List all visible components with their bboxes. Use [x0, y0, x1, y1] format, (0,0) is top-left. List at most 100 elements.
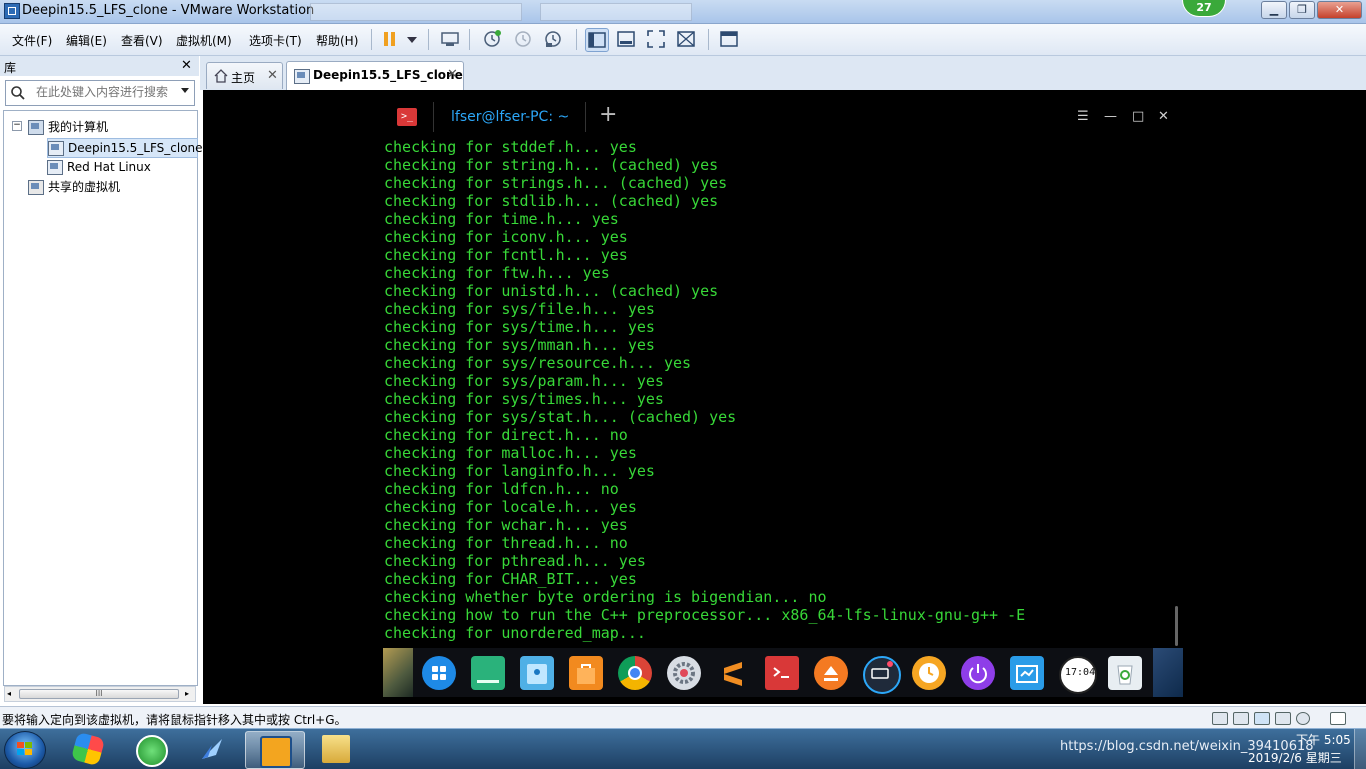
snapshot-icon[interactable]: [481, 28, 503, 50]
tree-horizontal-scrollbar[interactable]: ◂ III ▸: [4, 686, 196, 702]
vm-running-icon: [48, 141, 64, 156]
taskbar-vmware[interactable]: [245, 731, 305, 769]
terminal-minimize-icon[interactable]: —: [1104, 109, 1117, 124]
terminal-line: checking for CHAR_BIT... yes: [384, 570, 637, 588]
taskbar-app-1[interactable]: [60, 731, 118, 767]
taskbar-explorer[interactable]: [308, 731, 366, 767]
scroll-left-icon[interactable]: ◂: [7, 687, 11, 701]
menu-edit[interactable]: 编辑(E): [66, 32, 107, 49]
tree-collapse-icon[interactable]: −: [12, 121, 22, 131]
clock-icon[interactable]: 17:04: [1059, 656, 1097, 694]
library-close-icon[interactable]: ✕: [181, 58, 192, 73]
start-button[interactable]: [4, 731, 46, 769]
network-icon[interactable]: [1254, 712, 1270, 725]
toolbar-separator: [576, 29, 577, 50]
snapshot-manager-icon[interactable]: [542, 28, 564, 50]
launcher-icon[interactable]: [422, 656, 456, 690]
notification-badge[interactable]: 27: [1182, 0, 1226, 17]
menu-file[interactable]: 文件(F): [12, 32, 52, 49]
power-icon[interactable]: [961, 656, 995, 690]
taskbar-app-3[interactable]: [184, 731, 242, 767]
usb-icon[interactable]: [1275, 712, 1291, 725]
terminal-icon[interactable]: [765, 656, 799, 690]
cdrom-icon[interactable]: [1233, 712, 1249, 725]
eject-icon[interactable]: [814, 656, 848, 690]
tab-label: 主页: [231, 71, 256, 85]
tab-label: Deepin15.5_LFS_clone: [313, 68, 463, 82]
dropdown-icon[interactable]: [401, 28, 417, 50]
menu-view[interactable]: 查看(V): [121, 32, 163, 49]
chevron-down-icon[interactable]: [181, 88, 189, 93]
close-tab-icon[interactable]: ✕: [267, 68, 278, 83]
app-store-icon[interactable]: [569, 656, 603, 690]
revert-snapshot-icon[interactable]: [512, 28, 534, 50]
terminal-maximize-icon[interactable]: □: [1132, 109, 1144, 124]
vm-screen[interactable]: >_ lfser@lfser-PC: ~ + ☰ — □ ✕ checking …: [203, 90, 1366, 704]
background-window-ghost: [540, 3, 692, 21]
terminal-line: checking whether byte ordering is bigend…: [384, 588, 827, 606]
library-tree: − 我的计算机 Deepin15.5_LFS_clone Red Hat Lin…: [3, 110, 203, 686]
terminal-line: checking for stdlib.h... (cached) yes: [384, 192, 719, 210]
menu-vm[interactable]: 虚拟机(M): [176, 32, 232, 49]
sound-icon[interactable]: [1296, 712, 1310, 725]
close-button[interactable]: ✕: [1317, 1, 1362, 19]
maximize-button[interactable]: ❐: [1289, 1, 1315, 19]
clock-app-icon[interactable]: [912, 656, 946, 690]
chrome-icon[interactable]: [618, 656, 652, 690]
status-message: 要将输入定向到该虚拟机，请将鼠标指针移入其中或按 Ctrl+G。: [2, 713, 347, 727]
taskbar-app-2[interactable]: [122, 731, 180, 767]
toolbar-separator: [469, 29, 470, 50]
deepin-store-icon[interactable]: [471, 656, 505, 690]
tab-home[interactable]: 主页 ✕: [206, 62, 283, 89]
terminal-menu-icon[interactable]: ☰: [1077, 109, 1089, 124]
add-tab-icon[interactable]: +: [599, 104, 617, 126]
scroll-right-icon[interactable]: ▸: [185, 687, 189, 701]
terminal-line: checking for ftw.h... yes: [384, 264, 610, 282]
keyboard-icon[interactable]: [863, 656, 901, 694]
terminal-tab-title[interactable]: lfser@lfser-PC: ~: [451, 109, 569, 125]
terminal-line: checking for strings.h... (cached) yes: [384, 174, 728, 192]
tree-item-label: 共享的虚拟机: [48, 180, 121, 194]
tree-item-label: Deepin15.5_LFS_clone: [68, 141, 203, 155]
show-desktop-button[interactable]: [1354, 729, 1366, 769]
library-view-icon[interactable]: [585, 28, 609, 52]
menu-tabs[interactable]: 选项卡(T): [249, 32, 302, 49]
library-title: 库: [4, 61, 17, 75]
trash-icon[interactable]: [1108, 656, 1142, 690]
vmware-icon: [260, 736, 292, 768]
status-bar: 要将输入定向到该虚拟机，请将鼠标指针移入其中或按 Ctrl+G。: [0, 706, 1366, 729]
toolbar-separator: [708, 29, 709, 50]
screenshot-icon[interactable]: [1010, 656, 1044, 690]
terminal-close-icon[interactable]: ✕: [1158, 109, 1169, 124]
console-view-icon[interactable]: [615, 28, 637, 50]
hdd-icon[interactable]: [1212, 712, 1228, 725]
minimize-button[interactable]: ▁: [1261, 1, 1287, 19]
terminal-app-icon: >_: [397, 108, 417, 126]
send-keys-icon[interactable]: [439, 28, 461, 50]
pause-icon[interactable]: [379, 28, 401, 50]
folder-icon: [322, 735, 350, 763]
file-manager-icon[interactable]: [520, 656, 554, 690]
clock-date[interactable]: 2019/2/6 星期三: [1248, 749, 1342, 766]
terminal-line: checking for wchar.h... yes: [384, 516, 628, 534]
tree-item-deepin[interactable]: Deepin15.5_LFS_clone: [47, 138, 203, 158]
library-search-input[interactable]: [36, 84, 176, 100]
terminal-scrollbar[interactable]: [1175, 606, 1178, 646]
clock-time[interactable]: 下午 5:05: [1296, 731, 1351, 748]
tab-deepin[interactable]: Deepin15.5_LFS_clone ✕: [286, 61, 464, 90]
shared-vm-icon: [28, 180, 44, 195]
stretch-icon[interactable]: [718, 28, 740, 50]
terminal-line: checking for sys/time.h... yes: [384, 318, 655, 336]
search-icon: [11, 86, 25, 100]
scroll-thumb[interactable]: III: [19, 689, 179, 699]
background-window-ghost: [310, 3, 522, 21]
menu-help[interactable]: 帮助(H): [316, 32, 358, 49]
terminal-line: checking for sys/stat.h... (cached) yes: [384, 408, 737, 426]
message-icon[interactable]: [1330, 712, 1346, 725]
fullscreen-icon[interactable]: [645, 28, 667, 50]
unity-icon[interactable]: [675, 28, 697, 50]
terminal-output[interactable]: checking for stddef.h... yes checking for…: [384, 138, 1184, 642]
sublime-icon[interactable]: [716, 656, 750, 690]
settings-icon[interactable]: [667, 656, 701, 690]
close-tab-icon[interactable]: ✕: [447, 67, 458, 82]
